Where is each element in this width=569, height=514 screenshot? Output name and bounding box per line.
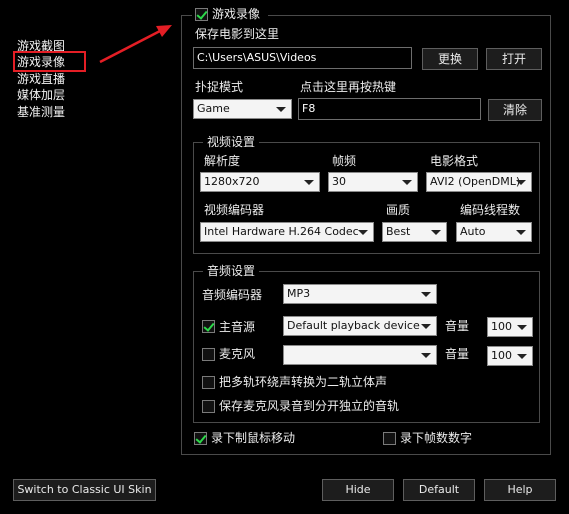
separate-mic-track-label: 保存麦克风录音到分开独立的音轨 <box>219 399 400 413</box>
sidebar-item-benchmark[interactable]: 基准测量 <box>17 104 65 120</box>
video-settings-title: 视频设置 <box>203 135 260 149</box>
default-button[interactable]: Default <box>403 479 475 501</box>
chevron-down-icon <box>516 230 526 235</box>
quality-label: 画质 <box>386 203 411 217</box>
capture-mode-value: Game <box>197 102 230 115</box>
microphone-checkbox[interactable] <box>202 348 215 361</box>
audio-codec-select[interactable]: MP3 <box>283 284 437 304</box>
video-codec-value: Intel Hardware H.264 Codec <box>204 225 359 238</box>
audio-settings-title: 音频设置 <box>203 264 260 278</box>
annotation-highlight-box <box>13 51 86 72</box>
hotkey-label: 点击这里再按热键 <box>300 80 397 94</box>
main-audio-device-select[interactable]: Default playback device <box>283 316 437 336</box>
main-volume-select[interactable]: 100 <box>487 317 533 337</box>
enable-recording-label: 游戏录像 <box>212 7 261 21</box>
microphone-label: 麦克风 <box>219 347 256 361</box>
video-codec-select[interactable]: Intel Hardware H.264 Codec <box>200 222 374 242</box>
video-codec-label: 视频编码器 <box>204 203 265 217</box>
chevron-down-icon <box>402 180 412 185</box>
quality-value: Best <box>386 225 411 238</box>
movie-format-value: AVI2 (OpenDML) <box>430 175 521 188</box>
capture-mode-label: 扑捉模式 <box>195 80 244 94</box>
audio-codec-value: MP3 <box>287 287 311 300</box>
stereo-downmix-label: 把多轨环绕声转换为二轨立体声 <box>219 375 388 389</box>
chevron-down-icon <box>304 180 314 185</box>
record-fps-checkbox[interactable] <box>383 432 396 445</box>
separate-mic-track-checkbox[interactable] <box>202 400 215 413</box>
chevron-down-icon <box>358 230 368 235</box>
help-button[interactable]: Help <box>484 479 556 501</box>
mic-volume-value: 100 <box>491 349 512 362</box>
chevron-down-icon <box>421 324 431 329</box>
record-cursor-label: 录下制鼠标移动 <box>211 431 296 445</box>
mic-volume-select[interactable]: 100 <box>487 346 533 366</box>
movie-format-select[interactable]: AVI2 (OpenDML) <box>426 172 532 192</box>
chevron-down-icon <box>431 230 441 235</box>
encoder-threads-label: 编码线程数 <box>460 203 521 217</box>
main-audio-label: 主音源 <box>219 320 256 334</box>
chevron-down-icon <box>276 107 286 112</box>
fps-label: 帧频 <box>332 154 357 168</box>
classic-skin-button[interactable]: Switch to Classic UI Skin <box>13 479 156 501</box>
clear-hotkey-button[interactable]: 清除 <box>488 99 542 121</box>
fps-value: 30 <box>332 175 346 188</box>
resolution-select[interactable]: 1280x720 <box>200 172 320 192</box>
record-fps-label: 录下帧数数字 <box>400 431 473 445</box>
resolution-label: 解析度 <box>204 154 241 168</box>
chevron-down-icon <box>517 325 527 330</box>
chevron-down-icon <box>517 354 527 359</box>
chevron-down-icon <box>516 180 526 185</box>
enable-recording-checkbox[interactable] <box>195 8 208 21</box>
main-audio-checkbox[interactable] <box>202 320 215 333</box>
encoder-threads-value: Auto <box>460 225 486 238</box>
stereo-downmix-checkbox[interactable] <box>202 376 215 389</box>
main-volume-value: 100 <box>491 320 512 333</box>
annotation-arrow-icon <box>99 25 172 64</box>
save-path-label: 保存电影到这里 <box>195 27 280 41</box>
chevron-down-icon <box>421 292 431 297</box>
movie-format-label: 电影格式 <box>430 154 479 168</box>
audio-codec-label: 音频编码器 <box>202 288 263 302</box>
open-folder-button[interactable]: 打开 <box>486 48 542 70</box>
encoder-threads-select[interactable]: Auto <box>456 222 532 242</box>
save-path-input[interactable]: C:\Users\ASUS\Videos <box>193 47 412 69</box>
mic-volume-label: 音量 <box>445 347 470 361</box>
quality-select[interactable]: Best <box>382 222 447 242</box>
resolution-value: 1280x720 <box>204 175 260 188</box>
fps-select[interactable]: 30 <box>328 172 418 192</box>
main-volume-label: 音量 <box>445 319 470 333</box>
record-cursor-checkbox[interactable] <box>194 432 207 445</box>
sidebar-item-live-streaming[interactable]: 游戏直播 <box>17 71 65 87</box>
sidebar-item-overlay[interactable]: 媒体加层 <box>17 87 65 103</box>
main-audio-device-value: Default playback device <box>287 319 420 332</box>
microphone-device-select[interactable] <box>283 345 437 365</box>
chevron-down-icon <box>421 353 431 358</box>
hide-button[interactable]: Hide <box>322 479 394 501</box>
change-path-button[interactable]: 更换 <box>422 48 478 70</box>
capture-mode-select[interactable]: Game <box>193 99 292 119</box>
hotkey-input[interactable]: F8 <box>298 98 481 120</box>
